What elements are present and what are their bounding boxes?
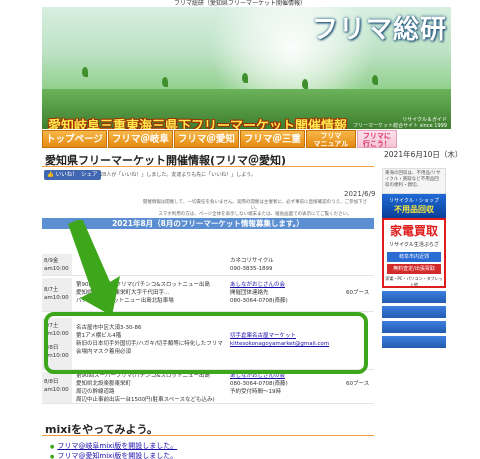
sidebar-banner-recycle-line-1: リサイクル・ショップ [389, 198, 439, 204]
disclaimer-notice: 開催情報は開催して、一切責任を負いません。実際の開催は主催者に、必ず事前に直接確… [140, 200, 370, 218]
sidebar-link-list [382, 291, 446, 351]
ad-service: 無料査定/出張買取 [387, 264, 441, 274]
nav-tab-label-line: マニュアル [313, 140, 349, 148]
row-place-2: 愛知県北設楽郡東栄町 [76, 381, 132, 387]
like-button-label: いいね！ [55, 172, 78, 178]
site-logo[interactable]: フリマ総研 [312, 9, 447, 46]
like-thumb-icon: 👍 [47, 172, 54, 178]
annotation-arrow-icon [68, 220, 120, 316]
row-date: 8/7土 [44, 287, 59, 293]
nav-tab-mie[interactable]: フリマ＠三重 [239, 130, 305, 148]
nav-tab-gifu[interactable]: フリマ＠岐阜 [107, 130, 173, 148]
row-booths: 60ブース [346, 381, 370, 387]
row-booths: 60ブース [346, 290, 370, 296]
sidebar-notice[interactable]: 東海の回収は、不用品/リサイクル・買取など不用品回収の便利・親切。 [382, 168, 446, 194]
row-place-3: 周辺の幹線道路 [76, 389, 115, 395]
disclaimer-line-1: 開催情報は開催して、一切責任を負いません。実際の開催は主催者に、必ず事前に直接確… [142, 200, 368, 211]
row-time: am10:00 [44, 387, 69, 393]
ad-footer: 家電・PC・パソコン・タブレット他 [385, 276, 443, 287]
row-phone-2: 予約受付時間～19時 [230, 389, 281, 395]
title-divider [42, 166, 374, 167]
current-date: 2021年6月10日（木） [384, 150, 463, 159]
row-phone-2: 080-3064-0708(斎藤) [230, 298, 288, 304]
nav-tab-manual[interactable]: フリマ マニュアル [305, 130, 356, 148]
sprout-icon [162, 77, 168, 87]
nav-tab-label-line: フリマ [320, 132, 342, 140]
browser-caption: フリマ総研（愛知県フリーマーケット開催情報） [173, 0, 306, 7]
banner-headline: 愛知岐阜三重東海三県下フリーマーケット開催情報 [48, 119, 348, 129]
mixi-link-aichi[interactable]: フリマ@愛知mixi版を開設しました。 [50, 451, 177, 459]
banner-side-text: リサイクル＆ガイド フリーマーケット総合サイト since 1999 [353, 117, 447, 129]
header-banner[interactable]: フリマ総研 愛知岐阜三重東海三県下フリーマーケット開催情報 リサイクル＆ガイド … [42, 7, 451, 129]
sprout-icon [82, 67, 88, 77]
highlight-frame [44, 312, 368, 374]
row-date: 8/9金 [44, 258, 59, 264]
banner-side-line-2: フリーマーケット総合サイト since 1999 [353, 123, 447, 129]
nav-tab-label-line: 行こう！ [362, 140, 391, 148]
sprout-icon [242, 73, 248, 83]
row-place-4: 周辺中止事前出店一台1500円(駐車スペースなども込み) [76, 397, 215, 403]
row-contact-link[interactable]: あしながおじさんの会 [230, 281, 285, 289]
sidebar-link-banner[interactable] [382, 291, 446, 303]
sidebar-link-banner[interactable] [382, 306, 446, 318]
ad-title: 家電買取 [389, 224, 438, 238]
row-contact: カネコリサイクル [230, 258, 274, 264]
sprout-icon [302, 79, 308, 89]
sidebar-ad-kaden[interactable]: 家電買取 リサイクル生活ぷらざ 岐阜市内近郊 無料査定/出張買取 家電・PC・パ… [382, 218, 446, 288]
nav-tab-top[interactable]: トップページ [42, 130, 107, 148]
facebook-like-count-text: 28人が「いいね！」しました。友達よりも先に「いいね！」しよう。 [100, 172, 256, 178]
nav-tab-label-line: フリマに [362, 132, 391, 140]
ad-subtitle: リサイクル生活ぷらざ [389, 242, 439, 248]
mixi-link-gifu[interactable]: フリマ@岐阜mixi版を開設しました。 [50, 441, 177, 451]
nav-tab-manual-label: フリマ マニュアル [310, 132, 352, 148]
sidebar-link-banner[interactable] [382, 336, 446, 348]
nav-tab-go-label: フリマに 行こう！ [361, 132, 393, 148]
sidebar-banner-recycle[interactable]: リサイクル・ショップ 不用品回収 [382, 194, 446, 218]
row-phone-1: 080-3064-0708(斎藤) [230, 381, 288, 387]
main-nav: トップページ フリマ＠岐阜 フリマ＠愛知 フリマ＠三重 フリマ マニュアル フリマ… [42, 130, 398, 148]
post-date: 2021/6/9 [344, 190, 376, 198]
sidebar-link-banner[interactable] [382, 321, 446, 333]
row-date: 8/8日 [44, 379, 59, 385]
sidebar-banner-recycle-line-2: 不用品回収 [394, 205, 434, 214]
row-phone-1: 開催団体連絡先 [230, 290, 269, 296]
sprout-icon [372, 75, 378, 85]
row-phone: 090-3835-1899 [230, 266, 273, 272]
ad-area: 岐阜市内近郊 [387, 252, 441, 262]
facebook-like-button[interactable]: 👍 いいね！ [44, 170, 81, 180]
nav-tab-go[interactable]: フリマに 行こう！ [356, 130, 397, 148]
facebook-share-button[interactable]: シェア [78, 170, 101, 180]
mixi-divider [42, 435, 374, 436]
table-row: 8/8日 am10:00 第90回スーパーフリマ(パチンコ&スロットニュー出島 … [42, 372, 374, 404]
nav-tab-aichi[interactable]: フリマ＠愛知 [173, 130, 239, 148]
